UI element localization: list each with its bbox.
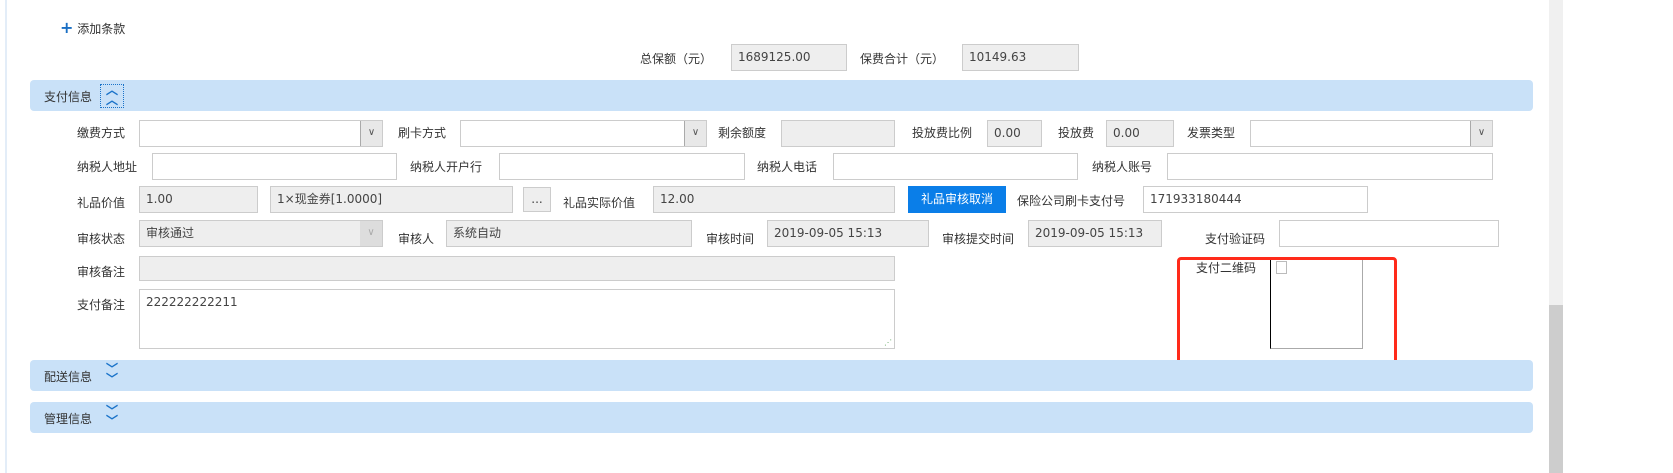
gift-audit-cancel-button[interactable]: 礼品审核取消 (908, 186, 1006, 213)
taxpayer-address-label: 纳税人地址 (77, 160, 138, 174)
section-delivery-header[interactable]: 配送信息 ﹀ ﹀ (30, 360, 1533, 391)
scrollbar-track[interactable] (1549, 0, 1563, 473)
audit-submit-time-field[interactable]: 2019-09-05 15:13 (1028, 220, 1162, 247)
value: 审核通过 (146, 226, 195, 240)
premium-total-field[interactable]: 10149.63 (962, 44, 1079, 71)
taxpayer-account-input[interactable] (1167, 153, 1493, 180)
pay-method-select[interactable]: ∨ (139, 120, 383, 147)
chevron-down-icon: ∨ (684, 121, 706, 146)
audit-status-select[interactable]: 审核通过 ∨ (139, 220, 383, 247)
audit-status-label: 审核状态 (77, 232, 126, 246)
expand-chevron-down-icon[interactable]: ﹀ ﹀ (100, 405, 124, 430)
section-payment-header[interactable]: 支付信息 ︿ ︿ (30, 80, 1533, 111)
taxpayer-phone-input[interactable] (833, 153, 1078, 180)
audit-time-field[interactable]: 2019-09-05 15:13 (767, 220, 929, 247)
fee-ratio-label: 投放费比例 (912, 126, 973, 140)
auditor-label: 审核人 (398, 232, 435, 246)
invoice-type-label: 发票类型 (1187, 126, 1236, 140)
gift-actual-field[interactable]: 12.00 (653, 186, 895, 213)
value: 222222222211 (146, 295, 238, 309)
fee-field[interactable]: 0.00 (1106, 120, 1174, 147)
highlight-box (1177, 257, 1397, 367)
gift-value-label: 礼品价值 (77, 196, 126, 210)
gift-actual-label: 礼品实际价值 (563, 196, 636, 210)
scrollbar-thumb[interactable] (1549, 305, 1563, 473)
sum-insured-field[interactable]: 1689125.00 (731, 44, 847, 71)
collapse-chevron-up-icon[interactable]: ︿ ︿ (100, 84, 124, 108)
pay-method-label: 缴费方式 (77, 126, 126, 140)
page-left-border (5, 0, 7, 473)
resize-grip-icon[interactable]: ⋰ (884, 339, 892, 347)
sum-insured-label: 总保额（元） (640, 52, 713, 66)
audit-submit-time-label: 审核提交时间 (942, 232, 1015, 246)
verify-code-label: 支付验证码 (1205, 232, 1266, 246)
pay-remark-textarea[interactable]: 222222222211 ⋰ (139, 289, 895, 349)
plus-icon: + (60, 18, 74, 37)
card-pay-no-label: 保险公司刷卡支付号 (1017, 194, 1126, 208)
verify-code-input[interactable] (1279, 220, 1499, 247)
add-clause-label: 添加条款 (77, 22, 126, 36)
chevron-down-icon: ∨ (360, 221, 382, 246)
auditor-field[interactable]: 系统自动 (446, 220, 692, 247)
expand-chevron-down-icon[interactable]: ﹀ ﹀ (100, 363, 124, 388)
audit-remark-field[interactable] (139, 256, 895, 281)
pay-remark-label: 支付备注 (77, 298, 126, 312)
audit-time-label: 审核时间 (706, 232, 755, 246)
gift-value-field[interactable]: 1.00 (139, 186, 258, 213)
section-management-header[interactable]: 管理信息 ﹀ ﹀ (30, 402, 1533, 433)
add-clause-link[interactable]: + 添加条款 (60, 18, 125, 37)
section-title: 支付信息 (44, 90, 93, 104)
gift-select-button[interactable]: ... (523, 187, 551, 212)
chevron-down-icon: ∨ (360, 121, 382, 146)
card-pay-no-input[interactable]: 171933180444 (1143, 186, 1368, 213)
remaining-field[interactable] (781, 120, 895, 147)
invoice-type-select[interactable]: ∨ (1250, 120, 1493, 147)
card-method-label: 刷卡方式 (398, 126, 447, 140)
taxpayer-bank-label: 纳税人开户行 (410, 160, 483, 174)
fee-label: 投放费 (1058, 126, 1095, 140)
section-title: 配送信息 (44, 370, 93, 384)
premium-total-label: 保费合计（元） (860, 52, 945, 66)
taxpayer-account-label: 纳税人账号 (1092, 160, 1153, 174)
taxpayer-bank-input[interactable] (499, 153, 745, 180)
taxpayer-address-input[interactable] (152, 153, 397, 180)
audit-remark-label: 审核备注 (77, 265, 126, 279)
remaining-label: 剩余额度 (718, 126, 767, 140)
chevron-down-icon: ∨ (1470, 121, 1492, 146)
taxpayer-phone-label: 纳税人电话 (757, 160, 818, 174)
gift-desc-field[interactable]: 1×现金券[1.0000] (270, 186, 513, 213)
card-method-select[interactable]: ∨ (460, 120, 707, 147)
fee-ratio-field[interactable]: 0.00 (987, 120, 1042, 147)
section-title: 管理信息 (44, 412, 93, 426)
